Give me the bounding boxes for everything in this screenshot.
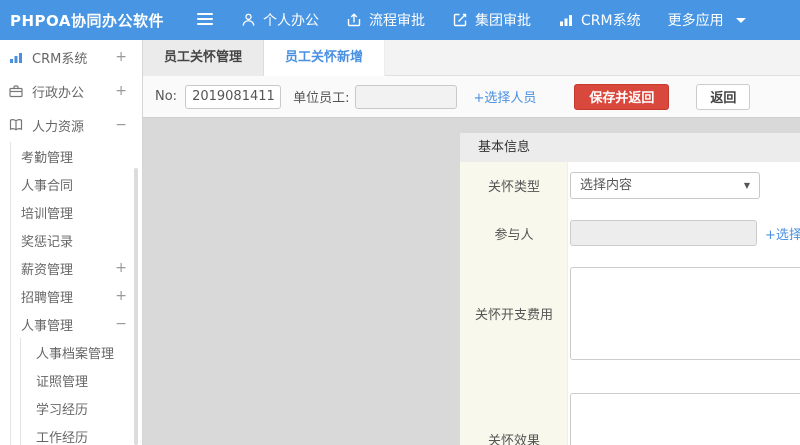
nav-item-label: 更多应用	[667, 13, 724, 29]
sidebar-item-label: 人事管理	[21, 318, 74, 334]
sidebar-item-admin-office[interactable]: 行政办公 +	[0, 74, 142, 108]
caret-down-icon	[735, 17, 746, 23]
sidebar-item-personnel-files[interactable]: 人事档案管理	[21, 338, 142, 366]
tab-employee-care-new[interactable]: 员工关怀新增	[264, 40, 386, 76]
user-icon	[241, 12, 256, 28]
form-row-care-expense: 关怀开支费用	[460, 257, 800, 369]
sidebar-item-label: 学习经历	[36, 402, 89, 418]
form-row-care-effect: 关怀效果	[460, 369, 800, 445]
nav-item-label: CRM系统	[581, 13, 641, 29]
sidebar-submenu-hr: 考勤管理 人事合同 培训管理 奖惩记录 薪资管理 + 招聘管理 + 人事管理 −	[10, 142, 142, 445]
sidebar-submenu-personnel: 人事档案管理 证照管理 学习经历 工作经历	[20, 338, 142, 445]
save-and-return-button[interactable]: 保存并返回	[574, 83, 670, 110]
hamburger-menu-button[interactable]	[196, 11, 214, 30]
expand-plus-icon[interactable]: +	[115, 49, 127, 65]
select-value: 选择内容	[580, 178, 633, 193]
nav-item-more-apps[interactable]: 更多应用	[668, 10, 746, 30]
sidebar-item-label: 人事合同	[21, 178, 74, 194]
sidebar-scrollbar[interactable]	[134, 168, 138, 445]
sidebar-item-label: 证照管理	[36, 374, 89, 390]
app-logo: PHPOA协同办公软件	[10, 11, 164, 30]
nav-item-personal-office[interactable]: 个人办公	[241, 10, 319, 30]
sidebar-item-label: 培训管理	[21, 206, 74, 222]
sidebar-item-label: CRM系统	[32, 51, 88, 67]
unit-employee-label: 单位员工:	[293, 91, 350, 106]
basic-info-panel: 基本信息 关怀类型 选择内容 ▼ 参与人 +选择 关怀开支费用 关怀效果	[460, 133, 800, 445]
nav-item-label: 流程审批	[369, 13, 425, 29]
tab-employee-care-management[interactable]: 员工关怀管理	[143, 40, 265, 76]
collapse-minus-icon[interactable]: −	[115, 117, 127, 133]
sidebar-item-label: 行政办公	[32, 85, 85, 101]
expand-plus-icon[interactable]: +	[115, 83, 127, 99]
participants-label: 参与人	[494, 227, 534, 243]
app-window: PHPOA协同办公软件 个人办公 流程审批 集团审批 CRM系统 更多应用 CR…	[0, 0, 800, 445]
participants-input[interactable]	[570, 220, 757, 246]
main-area: 员工关怀管理 员工关怀新增 No: 单位员工: +选择人员 保存并返回 返回 基…	[143, 40, 800, 445]
form-row-care-type: 关怀类型 选择内容 ▼	[460, 162, 800, 209]
select-participants-link[interactable]: +选择人员	[765, 224, 800, 243]
sidebar-item-hr[interactable]: 人力资源 −	[0, 108, 142, 142]
nav-item-group-approval[interactable]: 集团审批	[452, 10, 531, 30]
care-expense-textarea[interactable]	[570, 266, 800, 360]
content-area: 基本信息 关怀类型 选择内容 ▼ 参与人 +选择 关怀开支费用 关怀效果	[143, 119, 800, 445]
care-type-select[interactable]: 选择内容 ▼	[570, 172, 760, 199]
care-expense-label: 关怀开支费用	[474, 307, 553, 323]
section-title: 基本信息	[460, 133, 800, 162]
sidebar-item-training[interactable]: 培训管理	[11, 198, 142, 226]
sidebar-item-work-history[interactable]: 工作经历	[21, 422, 142, 445]
bar-chart-icon	[558, 12, 574, 28]
tab-bar: 员工关怀管理 员工关怀新增	[143, 40, 800, 76]
sidebar-item-hr-contract[interactable]: 人事合同	[11, 170, 142, 198]
bar-chart-icon	[8, 49, 24, 65]
care-effect-textarea[interactable]	[570, 392, 800, 445]
sidebar-item-certificates[interactable]: 证照管理	[21, 366, 142, 394]
sidebar-item-label: 奖惩记录	[21, 234, 74, 250]
caret-down-icon: ▼	[743, 181, 750, 190]
sidebar-item-label: 人事档案管理	[36, 346, 115, 362]
sidebar-item-label: 招聘管理	[21, 290, 74, 306]
nav-item-label: 个人办公	[263, 13, 319, 29]
edit-square-icon	[452, 12, 468, 28]
form-body: 关怀类型 选择内容 ▼ 参与人 +选择人员	[460, 162, 800, 445]
no-input[interactable]	[185, 84, 282, 109]
care-effect-label: 关怀效果	[487, 433, 540, 445]
expand-plus-icon[interactable]: +	[115, 288, 127, 304]
collapse-minus-icon[interactable]: −	[115, 316, 127, 332]
nav-item-process-approval[interactable]: 流程审批	[346, 10, 425, 30]
care-type-label: 关怀类型	[487, 180, 540, 195]
sidebar-item-crm[interactable]: CRM系统 +	[0, 40, 142, 74]
nav-item-crm-system[interactable]: CRM系统	[558, 10, 641, 30]
select-person-link[interactable]: +选择人员	[473, 87, 536, 106]
return-button[interactable]: 返回	[696, 83, 751, 110]
sidebar-item-personnel[interactable]: 人事管理 −	[11, 310, 142, 338]
nav-item-label: 集团审批	[475, 13, 531, 29]
form-row-participants: 参与人 +选择人员	[460, 209, 800, 257]
process-approval-icon	[346, 12, 362, 28]
sidebar-item-education-history[interactable]: 学习经历	[21, 394, 142, 422]
sidebar-item-label: 考勤管理	[21, 150, 74, 166]
sidebar-item-rewards[interactable]: 奖惩记录	[11, 226, 142, 254]
sidebar-menu: CRM系统 + 行政办公 + 人力资源 − 考勤管理 人事合同 培训管理 奖惩记…	[0, 40, 143, 445]
sidebar-item-label: 人力资源	[32, 119, 85, 135]
toolbar: No: 单位员工: +选择人员 保存并返回 返回	[143, 76, 800, 118]
no-label: No:	[155, 89, 178, 104]
unit-employee-input[interactable]	[355, 84, 458, 109]
hamburger-icon	[196, 11, 214, 30]
sidebar-item-recruitment[interactable]: 招聘管理 +	[11, 282, 142, 310]
sidebar-item-salary[interactable]: 薪资管理 +	[11, 254, 142, 282]
sidebar-item-attendance[interactable]: 考勤管理	[11, 142, 142, 170]
book-icon	[8, 117, 24, 133]
sidebar-item-label: 工作经历	[36, 430, 89, 445]
sidebar-item-label: 薪资管理	[21, 262, 74, 278]
expand-plus-icon[interactable]: +	[115, 260, 127, 276]
top-navbar: PHPOA协同办公软件 个人办公 流程审批 集团审批 CRM系统 更多应用	[0, 0, 800, 40]
briefcase-icon	[8, 83, 24, 99]
